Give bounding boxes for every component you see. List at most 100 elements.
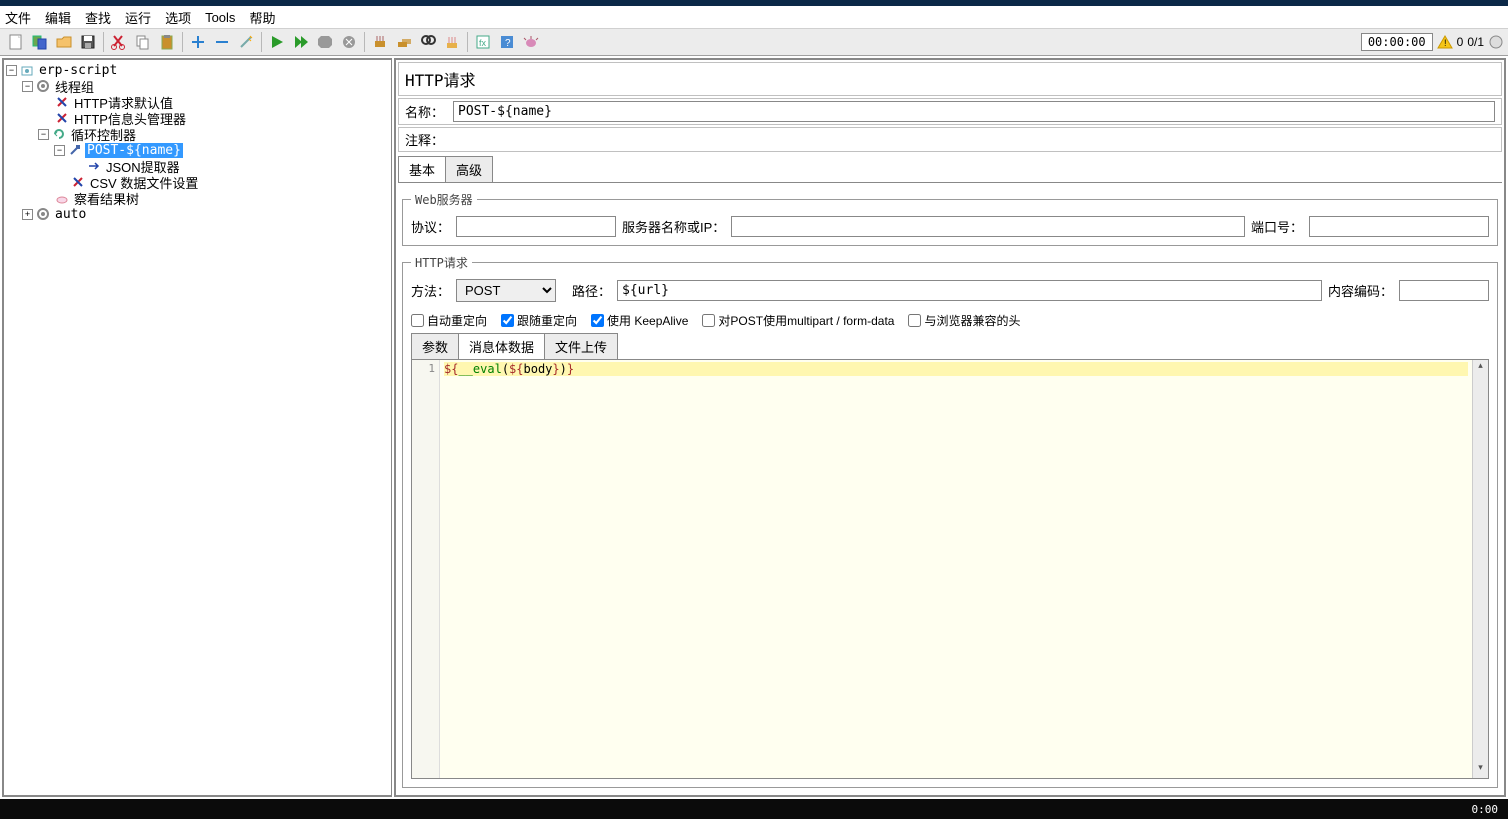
tree-item-root[interactable]: erp-script [37, 63, 119, 78]
config-tabs: 基本 高级 [398, 156, 1502, 183]
listener-icon [54, 190, 70, 206]
keepalive-label: 使用 KeepAlive [607, 312, 688, 329]
port-label: 端口号： [1251, 217, 1303, 236]
tree-item-auto[interactable]: auto [53, 207, 88, 222]
port-input[interactable] [1309, 216, 1489, 237]
loop-controller-icon [51, 126, 67, 142]
method-select[interactable]: POST [456, 279, 556, 302]
tree-item-view-results[interactable]: 察看结果树 [72, 189, 141, 208]
tree-toggle[interactable]: − [6, 65, 17, 76]
test-plan-tree[interactable]: −erp-script −线程组 HTTP请求默认值 HTTP信息头管理器 −循… [2, 58, 392, 797]
path-input[interactable] [617, 280, 1322, 301]
config-icon [54, 110, 70, 126]
open-icon[interactable] [52, 30, 76, 54]
warn-count: 0 [1457, 35, 1464, 49]
body-tabs: 参数 消息体数据 文件上传 [411, 333, 1489, 359]
comment-label: 注释： [405, 130, 445, 149]
tree-toggle[interactable]: − [38, 129, 49, 140]
config-icon [54, 94, 70, 110]
follow-redirect-label: 跟随重定向 [517, 312, 577, 329]
multipart-label: 对POST使用multipart / form-data [718, 312, 894, 329]
tab-basic[interactable]: 基本 [398, 156, 446, 182]
menu-tools[interactable]: Tools [205, 10, 235, 25]
tree-toggle[interactable]: + [22, 209, 33, 220]
editor-code[interactable]: ${__eval(${body})} [440, 360, 1472, 778]
run-remote-icon[interactable] [289, 30, 313, 54]
comment-value[interactable] [453, 138, 1495, 142]
editor-gutter: 1 [412, 360, 440, 778]
status-time: 0:00 [1472, 803, 1499, 816]
method-label: 方法： [411, 281, 450, 300]
clear-all-icon[interactable] [392, 30, 416, 54]
tree-item-loop-controller[interactable]: 循环控制器 [69, 125, 138, 144]
run-icon[interactable] [265, 30, 289, 54]
scroll-up-icon[interactable]: ▴ [1473, 360, 1488, 376]
thread-group-icon [35, 206, 51, 222]
copy-icon[interactable] [131, 30, 155, 54]
stop-icon[interactable] [313, 30, 337, 54]
paste-icon[interactable] [155, 30, 179, 54]
follow-redirect-checkbox[interactable] [501, 314, 514, 327]
path-label: 路径： [572, 281, 611, 300]
status-indicator-icon [1488, 34, 1504, 50]
templates-icon[interactable] [28, 30, 52, 54]
thread-group-icon [35, 78, 51, 94]
svg-text:?: ? [505, 38, 511, 49]
editor-panel: HTTP请求 名称： 注释： 基本 高级 Web服务器 协议： 服务器名称或IP… [394, 58, 1506, 797]
server-input[interactable] [731, 216, 1245, 237]
editor-vertical-scrollbar[interactable]: ▴ ▾ [1472, 360, 1488, 778]
sub-tab-params[interactable]: 参数 [411, 333, 459, 359]
toolbar: fx ? 00:00:00 ! 0 0/1 [0, 28, 1508, 56]
menu-help[interactable]: 帮助 [249, 8, 275, 27]
encoding-label: 内容编码： [1328, 281, 1393, 300]
warning-icon: ! [1437, 34, 1453, 50]
menu-edit[interactable]: 编辑 [45, 8, 71, 27]
panel-title: HTTP请求 [398, 62, 1502, 96]
wand-icon[interactable] [234, 30, 258, 54]
auto-redirect-checkbox[interactable] [411, 314, 424, 327]
body-editor[interactable]: 1 ${__eval(${body})} ▴ ▾ [411, 359, 1489, 779]
search-icon[interactable] [416, 30, 440, 54]
webserver-legend: Web服务器 [411, 191, 477, 208]
menu-file[interactable]: 文件 [5, 8, 31, 27]
name-input[interactable] [453, 101, 1495, 122]
save-icon[interactable] [76, 30, 100, 54]
browser-headers-checkbox[interactable] [908, 314, 921, 327]
tree-toggle[interactable]: − [22, 81, 33, 92]
debug-icon[interactable] [519, 30, 543, 54]
svg-text:fx: fx [479, 38, 487, 48]
new-icon[interactable] [4, 30, 28, 54]
status-bar: 0:00 [0, 799, 1508, 819]
sampler-icon [67, 142, 83, 158]
protocol-label: 协议： [411, 217, 450, 236]
encoding-input[interactable] [1399, 280, 1489, 301]
remove-icon[interactable] [210, 30, 234, 54]
sub-tab-upload[interactable]: 文件上传 [544, 333, 618, 359]
multipart-checkbox[interactable] [702, 314, 715, 327]
function-helper-icon[interactable]: fx [471, 30, 495, 54]
protocol-input[interactable] [456, 216, 616, 237]
menu-options[interactable]: 选项 [165, 8, 191, 27]
testplan-icon [19, 62, 35, 78]
server-label: 服务器名称或IP： [622, 217, 725, 236]
name-label: 名称： [405, 102, 445, 121]
menu-find[interactable]: 查找 [85, 8, 111, 27]
auto-redirect-label: 自动重定向 [427, 312, 487, 329]
http-request-fieldset: HTTP请求 方法： POST 路径： 内容编码： 自动重定向 跟随重定向 使用… [402, 254, 1498, 788]
run-status: ! 0 0/1 [1437, 34, 1504, 50]
http-request-legend: HTTP请求 [411, 254, 472, 271]
tree-toggle[interactable]: − [54, 145, 65, 156]
scroll-down-icon[interactable]: ▾ [1473, 762, 1488, 778]
shutdown-icon[interactable] [337, 30, 361, 54]
reset-search-icon[interactable] [440, 30, 464, 54]
menu-run[interactable]: 运行 [125, 8, 151, 27]
cut-icon[interactable] [107, 30, 131, 54]
timer-display: 00:00:00 [1361, 33, 1433, 51]
help-icon[interactable]: ? [495, 30, 519, 54]
tab-advanced[interactable]: 高级 [445, 156, 493, 182]
add-icon[interactable] [186, 30, 210, 54]
tree-item-selected[interactable]: POST-${name} [85, 143, 183, 158]
sub-tab-body[interactable]: 消息体数据 [458, 333, 545, 359]
keepalive-checkbox[interactable] [591, 314, 604, 327]
clear-icon[interactable] [368, 30, 392, 54]
